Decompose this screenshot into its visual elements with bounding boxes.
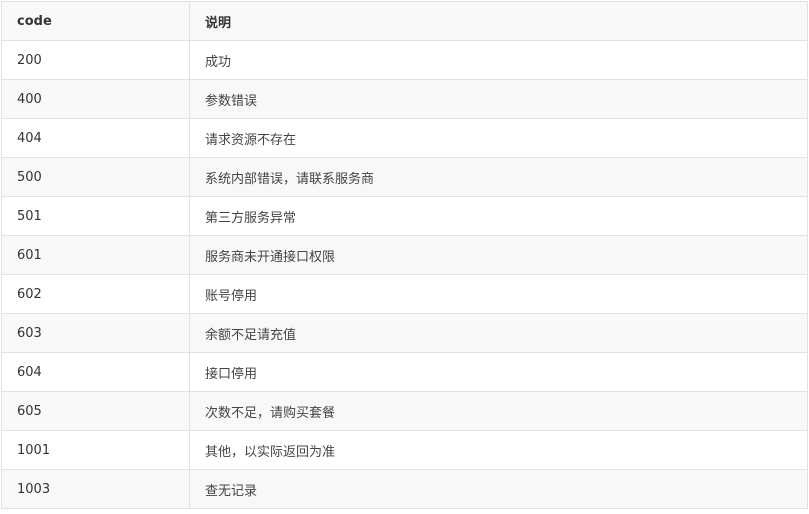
description-cell: 余额不足请充值 <box>189 313 808 353</box>
code-cell: 603 <box>1 313 190 353</box>
description-cell: 系统内部错误，请联系服务商 <box>189 157 808 197</box>
table-row: 602 账号停用 <box>1 274 808 314</box>
description-cell: 成功 <box>189 40 808 80</box>
description-cell: 账号停用 <box>189 274 808 314</box>
table-row: 1003 查无记录 <box>1 469 808 509</box>
description-cell: 次数不足，请购买套餐 <box>189 391 808 431</box>
code-cell: 400 <box>1 79 190 119</box>
description-cell: 请求资源不存在 <box>189 118 808 158</box>
code-cell: 602 <box>1 274 190 314</box>
code-cell: 604 <box>1 352 190 392</box>
code-cell: 501 <box>1 196 190 236</box>
description-cell: 服务商未开通接口权限 <box>189 235 808 275</box>
description-cell: 其他，以实际返回为准 <box>189 430 808 470</box>
code-cell: 404 <box>1 118 190 158</box>
table-body: 200 成功 400 参数错误 404 请求资源不存在 500 系统内部错误，请… <box>1 40 808 509</box>
table-row: 604 接口停用 <box>1 352 808 392</box>
table-row: 200 成功 <box>1 40 808 80</box>
table-row: 500 系统内部错误，请联系服务商 <box>1 157 808 197</box>
code-cell: 601 <box>1 235 190 275</box>
error-code-table: code 说明 200 成功 400 参数错误 404 请求资源不存在 500 … <box>1 1 808 509</box>
table-row: 603 余额不足请充值 <box>1 313 808 353</box>
table-row: 601 服务商未开通接口权限 <box>1 235 808 275</box>
table-row: 404 请求资源不存在 <box>1 118 808 158</box>
code-cell: 1003 <box>1 469 190 509</box>
column-header-code: code <box>1 1 190 41</box>
code-cell: 1001 <box>1 430 190 470</box>
table-header-row: code 说明 <box>1 1 808 41</box>
table-row: 1001 其他，以实际返回为准 <box>1 430 808 470</box>
table-header: code 说明 <box>1 1 808 41</box>
table-row: 605 次数不足，请购买套餐 <box>1 391 808 431</box>
description-cell: 第三方服务异常 <box>189 196 808 236</box>
code-cell: 605 <box>1 391 190 431</box>
description-cell: 参数错误 <box>189 79 808 119</box>
column-header-description: 说明 <box>189 1 808 41</box>
description-cell: 查无记录 <box>189 469 808 509</box>
code-cell: 200 <box>1 40 190 80</box>
table-row: 501 第三方服务异常 <box>1 196 808 236</box>
description-cell: 接口停用 <box>189 352 808 392</box>
code-cell: 500 <box>1 157 190 197</box>
table-row: 400 参数错误 <box>1 79 808 119</box>
